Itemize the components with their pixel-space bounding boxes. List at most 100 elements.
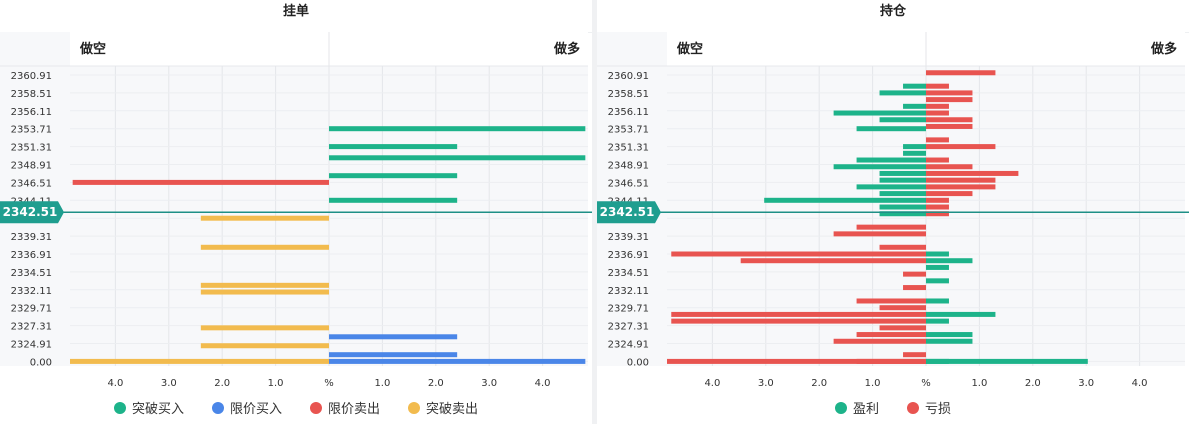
bar-position[interactable] <box>671 318 926 324</box>
y-tick-label: 2358.51 <box>608 89 649 100</box>
bar-position[interactable] <box>926 170 1019 176</box>
legend-item-limit-buy[interactable]: 限价买入 <box>211 398 282 417</box>
current-price-label: 2342.51 <box>3 205 58 219</box>
bar-position[interactable] <box>856 184 926 190</box>
y-tick-label: 2339.31 <box>608 232 649 243</box>
bar-order[interactable] <box>329 358 586 364</box>
legend-label: 限价卖出 <box>328 402 381 417</box>
legend-label: 限价买入 <box>229 402 282 417</box>
bar-position[interactable] <box>903 352 926 358</box>
bar-position[interactable] <box>856 332 926 338</box>
bar-position[interactable] <box>926 117 973 123</box>
bar-position[interactable] <box>926 191 973 197</box>
bar-position[interactable] <box>879 305 926 311</box>
x-tick-label: % <box>921 378 931 389</box>
bar-position[interactable] <box>926 123 973 129</box>
bar-order[interactable] <box>329 173 458 179</box>
bar-position[interactable] <box>926 197 949 203</box>
bar-position[interactable] <box>903 150 926 156</box>
bar-position[interactable] <box>856 157 926 163</box>
y-tick-label: 2360.91 <box>608 71 649 82</box>
y-tick-label: 2356.11 <box>608 107 649 118</box>
y-tick-label: 2324.91 <box>608 340 649 351</box>
bar-position[interactable] <box>667 358 926 364</box>
bar-position[interactable] <box>740 258 926 264</box>
x-tick-label: 1.0 <box>971 378 987 389</box>
bar-position[interactable] <box>926 157 949 163</box>
bar-position[interactable] <box>926 164 973 170</box>
bar-position[interactable] <box>926 338 973 344</box>
bar-order[interactable] <box>200 289 329 295</box>
bar-position[interactable] <box>879 177 926 183</box>
bar-position[interactable] <box>926 177 996 183</box>
bar-position[interactable] <box>856 126 926 132</box>
side-label-long: 做多 <box>553 41 580 57</box>
bar-position[interactable] <box>926 97 973 103</box>
bar-position[interactable] <box>926 298 949 304</box>
bar-order[interactable] <box>329 197 458 203</box>
bar-position[interactable] <box>903 103 926 109</box>
bar-position[interactable] <box>903 83 926 89</box>
bar-position[interactable] <box>926 70 996 76</box>
bar-position[interactable] <box>903 144 926 150</box>
bar-position[interactable] <box>833 110 926 116</box>
legend-item-breakout-sell[interactable]: 突破卖出 <box>408 398 478 417</box>
bar-order[interactable] <box>200 343 329 349</box>
bar-order[interactable] <box>329 334 458 340</box>
bar-position[interactable] <box>879 170 926 176</box>
legend-item-breakout-buy[interactable]: 突破买入 <box>113 398 184 417</box>
bar-position[interactable] <box>926 110 949 116</box>
bar-position[interactable] <box>879 204 926 210</box>
bar-position[interactable] <box>833 231 926 237</box>
side-label-short: 做空 <box>79 41 106 57</box>
bar-position[interactable] <box>879 90 926 96</box>
bar-position[interactable] <box>926 103 949 109</box>
legend-item-limit-sell[interactable]: 限价卖出 <box>310 398 380 417</box>
bar-order[interactable] <box>200 325 329 331</box>
bar-order[interactable] <box>329 144 458 150</box>
pending-orders-panel: 挂单 做空 做多 2360.91 2358.51 2356.11 2353.71 2351.… <box>0 0 592 424</box>
bar-position[interactable] <box>926 204 949 210</box>
bar-position[interactable] <box>879 325 926 331</box>
bar-position[interactable] <box>903 271 926 277</box>
bar-order[interactable] <box>200 215 329 221</box>
bar-position[interactable] <box>671 311 926 317</box>
bar-order[interactable] <box>329 352 458 358</box>
bar-order[interactable] <box>200 282 329 288</box>
legend-dot <box>211 401 224 414</box>
bar-order[interactable] <box>72 179 329 185</box>
bar-position[interactable] <box>926 264 949 270</box>
legend-item-profit[interactable]: 盈利 <box>834 398 879 417</box>
bar-position[interactable] <box>833 164 926 170</box>
bar-position[interactable] <box>671 251 926 257</box>
y-tick-label: 2336.91 <box>11 250 52 261</box>
bar-position[interactable] <box>879 244 926 250</box>
bar-position[interactable] <box>926 311 996 317</box>
bar-position[interactable] <box>926 90 973 96</box>
side-label-long: 做多 <box>1150 41 1177 57</box>
bar-position[interactable] <box>856 298 926 304</box>
bar-position[interactable] <box>764 197 926 203</box>
bar-position[interactable] <box>879 191 926 197</box>
bar-position[interactable] <box>856 224 926 230</box>
bar-position[interactable] <box>926 332 973 338</box>
bar-order[interactable] <box>70 358 329 364</box>
bar-position[interactable] <box>926 358 1088 364</box>
bar-position[interactable] <box>926 318 949 324</box>
bar-position[interactable] <box>926 278 949 284</box>
bar-position[interactable] <box>903 285 926 291</box>
bar-position[interactable] <box>926 144 996 150</box>
bar-order[interactable] <box>329 126 586 132</box>
legend-item-loss[interactable]: 亏损 <box>907 398 951 417</box>
bar-position[interactable] <box>926 251 949 257</box>
legend-label: 亏损 <box>925 402 952 417</box>
legend: 盈利 亏损 <box>597 398 1189 417</box>
bar-position[interactable] <box>926 83 949 89</box>
bar-position[interactable] <box>926 184 996 190</box>
bar-position[interactable] <box>926 258 973 264</box>
bar-order[interactable] <box>200 244 329 250</box>
bar-position[interactable] <box>926 137 949 143</box>
bar-order[interactable] <box>329 155 586 161</box>
bar-position[interactable] <box>879 117 926 123</box>
bar-position[interactable] <box>833 338 926 344</box>
